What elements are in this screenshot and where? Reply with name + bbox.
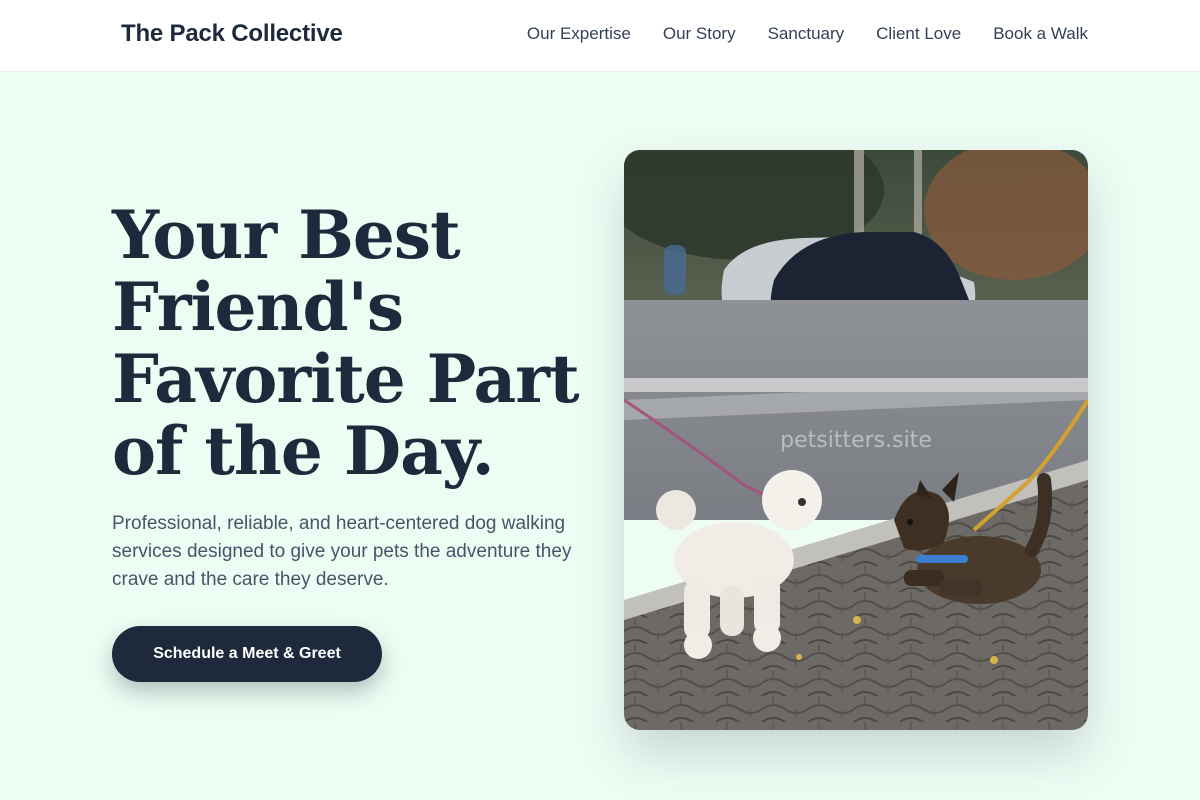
main-nav: Our Expertise Our Story Sanctuary Client…: [527, 24, 1088, 44]
site-header: The Pack Collective Our Expertise Our St…: [0, 0, 1200, 72]
nav-link-book-a-walk[interactable]: Book a Walk: [993, 24, 1088, 44]
schedule-meet-greet-button[interactable]: Schedule a Meet & Greet: [112, 626, 382, 682]
brand-logo[interactable]: The Pack Collective: [121, 20, 343, 48]
hero-dog-photo: petsitters.site: [624, 150, 1088, 730]
hero-headline: Your Best Friend's Favorite Part of the …: [112, 196, 580, 490]
nav-link-our-expertise[interactable]: Our Expertise: [527, 24, 631, 44]
hero-subheadline: Professional, reliable, and heart-center…: [112, 513, 572, 590]
nav-link-our-story[interactable]: Our Story: [663, 24, 736, 44]
nav-link-client-love[interactable]: Client Love: [876, 24, 961, 44]
image-watermark: petsitters.site: [780, 428, 932, 453]
nav-link-sanctuary[interactable]: Sanctuary: [768, 24, 845, 44]
